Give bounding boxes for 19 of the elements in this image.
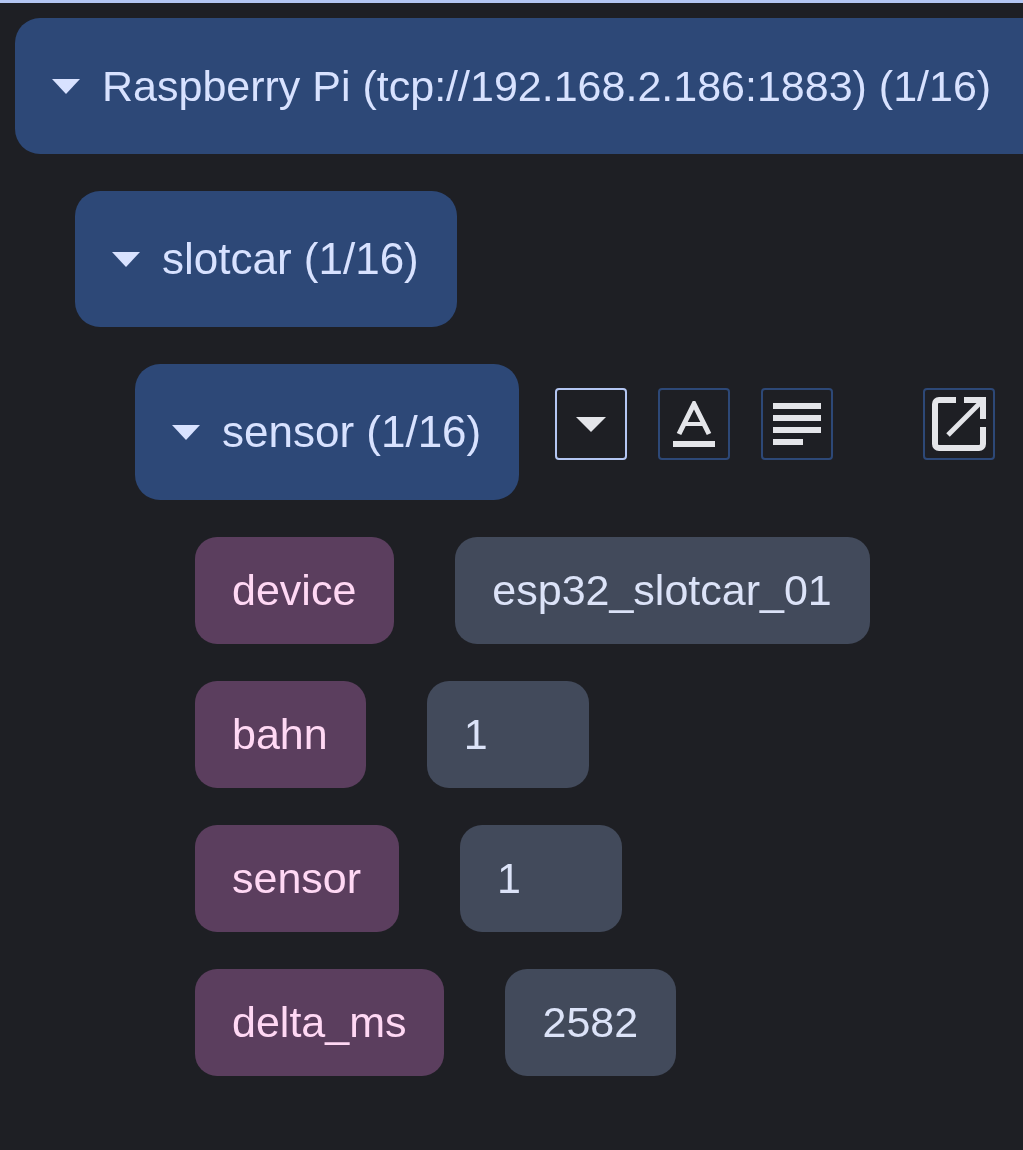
field-value: 1: [460, 825, 623, 932]
text-format-button[interactable]: [658, 388, 731, 460]
tree-node[interactable]: Raspberry Pi (tcp://192.168.2.186:1883) (1/16): [15, 18, 1023, 154]
dropdown-button[interactable]: [555, 388, 628, 460]
tree-node[interactable]: slotcar (1/16): [75, 191, 457, 327]
field-key: sensor: [195, 825, 400, 932]
field-key: device: [195, 537, 395, 644]
text-lines-icon: [773, 403, 822, 445]
field-key: delta_ms: [195, 969, 445, 1076]
caret-down-icon: [576, 416, 607, 432]
text-lines-button[interactable]: [761, 388, 834, 460]
underlined-letter-icon: [673, 401, 716, 447]
field-value: 1: [426, 681, 589, 788]
open-external-button[interactable]: [923, 388, 996, 460]
field-value: 2582: [505, 969, 677, 1076]
open-external-icon: [932, 397, 987, 451]
tree-node[interactable]: sensor (1/16): [135, 364, 520, 500]
field-value: esp32_slotcar_01: [455, 537, 870, 644]
field-key: bahn: [195, 681, 366, 788]
